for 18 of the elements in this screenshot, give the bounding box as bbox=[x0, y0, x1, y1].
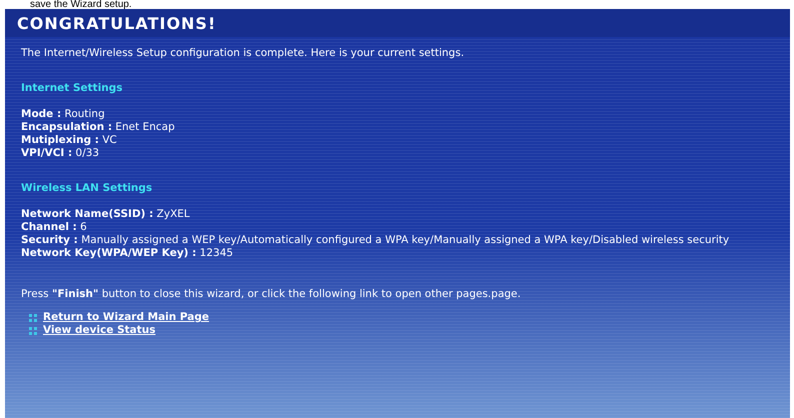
page-title: CONGRATULATIONS! bbox=[5, 9, 790, 37]
setting-line: Network Key(WPA/WEP Key) : 12345 bbox=[21, 247, 234, 260]
wizard-link[interactable]: View device Status bbox=[43, 324, 156, 337]
setting-line: Channel : 6 bbox=[21, 221, 88, 234]
setting-line: Security : Manually assigned a WEP key/Automatically configured a WPA key/Manually assigned a WPA key/Disabled wireless security bbox=[21, 234, 730, 247]
section-heading: Internet Settings bbox=[21, 82, 124, 95]
bullet-icon bbox=[29, 326, 37, 334]
bullet-icon bbox=[29, 314, 37, 322]
intro-text: The Internet/Wireless Setup configuration is complete. Here is your current settings. bbox=[21, 47, 466, 60]
section-heading: Wireless LAN Settings bbox=[21, 182, 154, 195]
caption-text: save the Wizard setup. bbox=[29, 0, 133, 9]
instruction-text: Press "Finish" button to close this wizard, or click the following link to open other pages.page. bbox=[21, 288, 522, 301]
setting-line: Mode : Routing bbox=[21, 108, 106, 121]
setting-line: Network Name(SSID) : ZyXEL bbox=[21, 208, 191, 221]
setting-line: Mutiplexing : VC bbox=[21, 134, 118, 147]
setting-line: VPI/VCI : 0/33 bbox=[21, 147, 100, 160]
wizard-link[interactable]: Return to Wizard Main Page bbox=[43, 311, 210, 324]
setting-line: Encapsulation : Enet Encap bbox=[21, 121, 176, 134]
